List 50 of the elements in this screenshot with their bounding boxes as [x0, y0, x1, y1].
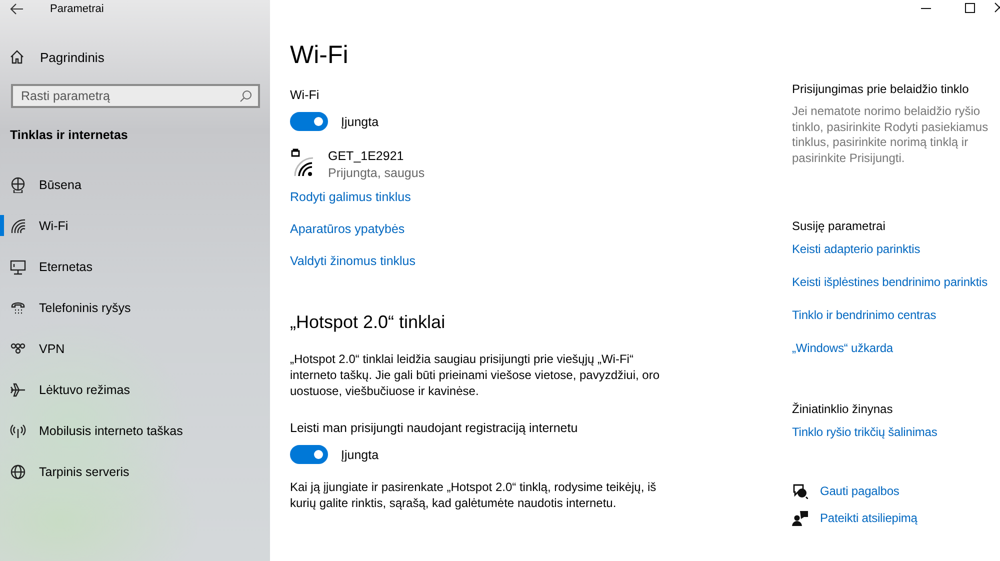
nav-item[interactable]: Lėktuvo režimas — [0, 379, 270, 400]
vpn-icon — [10, 340, 26, 356]
description-text: Kai ją įjungiate ir pasirenkate „Hotspot 2.0“ tinklą, rodysime teikėjų, iš kurių galite rinktis, sąrašą, kad galėtumėte naudotis internetu. — [290, 479, 658, 511]
nav-item[interactable]: Telefoninis ryšys — [0, 297, 270, 318]
related-link[interactable]: Tinklo ir bendrinimo centras — [792, 308, 936, 322]
nav-item[interactable]: Eternetas — [0, 256, 270, 277]
related-link[interactable]: Tinklo ryšio trikčių šalinimas — [792, 424, 938, 439]
section-heading: Prisijungimas prie belaidžio tinklo — [792, 82, 970, 96]
nav-item[interactable]: Tarpinis serveris — [0, 461, 270, 482]
ethernet-icon — [10, 258, 26, 274]
settings-link[interactable]: Valdyti žinomus tinklus — [290, 254, 416, 268]
home-nav-item[interactable]: Pagrindinis — [0, 48, 270, 66]
related-link[interactable]: Keisti išplėstines bendrinimo parinktis — [792, 274, 988, 289]
toggle-switch[interactable] — [290, 445, 328, 464]
search-icon — [240, 90, 252, 102]
globe-icon — [10, 464, 26, 480]
window-title: Parametrai — [50, 3, 104, 15]
help-chat-icon — [792, 482, 808, 499]
section-heading: Susiję parametrai — [792, 218, 886, 233]
section-heading: „Hotspot 2.0“ tinklai — [290, 312, 446, 333]
home-icon — [10, 50, 24, 64]
toggle-switch[interactable] — [290, 112, 328, 131]
hotspot-icon — [10, 422, 26, 438]
setting-label: Leisti man prisijungti naudojant registraciją internetu — [290, 421, 579, 435]
toggle-state-label: Įjungta — [341, 114, 379, 128]
feedback-person-icon — [792, 510, 808, 526]
back-arrow-icon[interactable] — [10, 3, 24, 15]
help-link[interactable]: Gauti pagalbos — [792, 482, 900, 499]
settings-link[interactable]: Rodyti galimus tinklus — [290, 190, 411, 204]
description-text: „Hotspot 2.0“ tinklai leidžia saugiau prisijungti prie viešųjų „Wi-Fi“ interneto taškų. Jie gali būti prieinami viešose vietose, pavyzdžiui, oro uostuose, viešbučiuose ir kavinėse. — [290, 351, 661, 399]
related-link[interactable]: Keisti adapterio parinktis — [792, 242, 920, 256]
settings-link[interactable]: Aparatūros ypatybės — [290, 222, 405, 236]
toggle-state-label: Įjungta — [341, 448, 379, 462]
section-heading: Žiniatinklio žinynas — [792, 402, 894, 416]
search-field[interactable]: Rasti parametrą — [11, 84, 260, 108]
network-status: Prijungta, saugus — [328, 166, 425, 180]
section-heading: Tinklas ir internetas — [10, 128, 129, 142]
wifi-icon — [10, 218, 26, 234]
phone-icon — [10, 300, 26, 316]
help-text: Jei nematote norimo belaidžio ryšio tinklo, pasirinkite Rodyti pasiekiamus tinklus, pasirinkite norimą tinklą ir pasirinkite Prisijungti. — [792, 104, 990, 167]
help-link[interactable]: Pateikti atsiliepimą — [792, 510, 918, 526]
related-link[interactable]: „Windows“ užkarda — [792, 340, 893, 355]
globe-monitor-icon — [10, 176, 26, 192]
nav-item[interactable]: Būsena — [0, 174, 270, 195]
nav-item[interactable]: VPN — [0, 338, 270, 359]
nav-item[interactable]: Mobilusis interneto taškas — [0, 420, 270, 441]
network-name: GET_1E2921 — [328, 149, 405, 163]
setting-label: Wi-Fi — [290, 88, 320, 102]
airplane-icon — [10, 382, 26, 398]
page-title: Wi-Fi — [290, 40, 350, 70]
